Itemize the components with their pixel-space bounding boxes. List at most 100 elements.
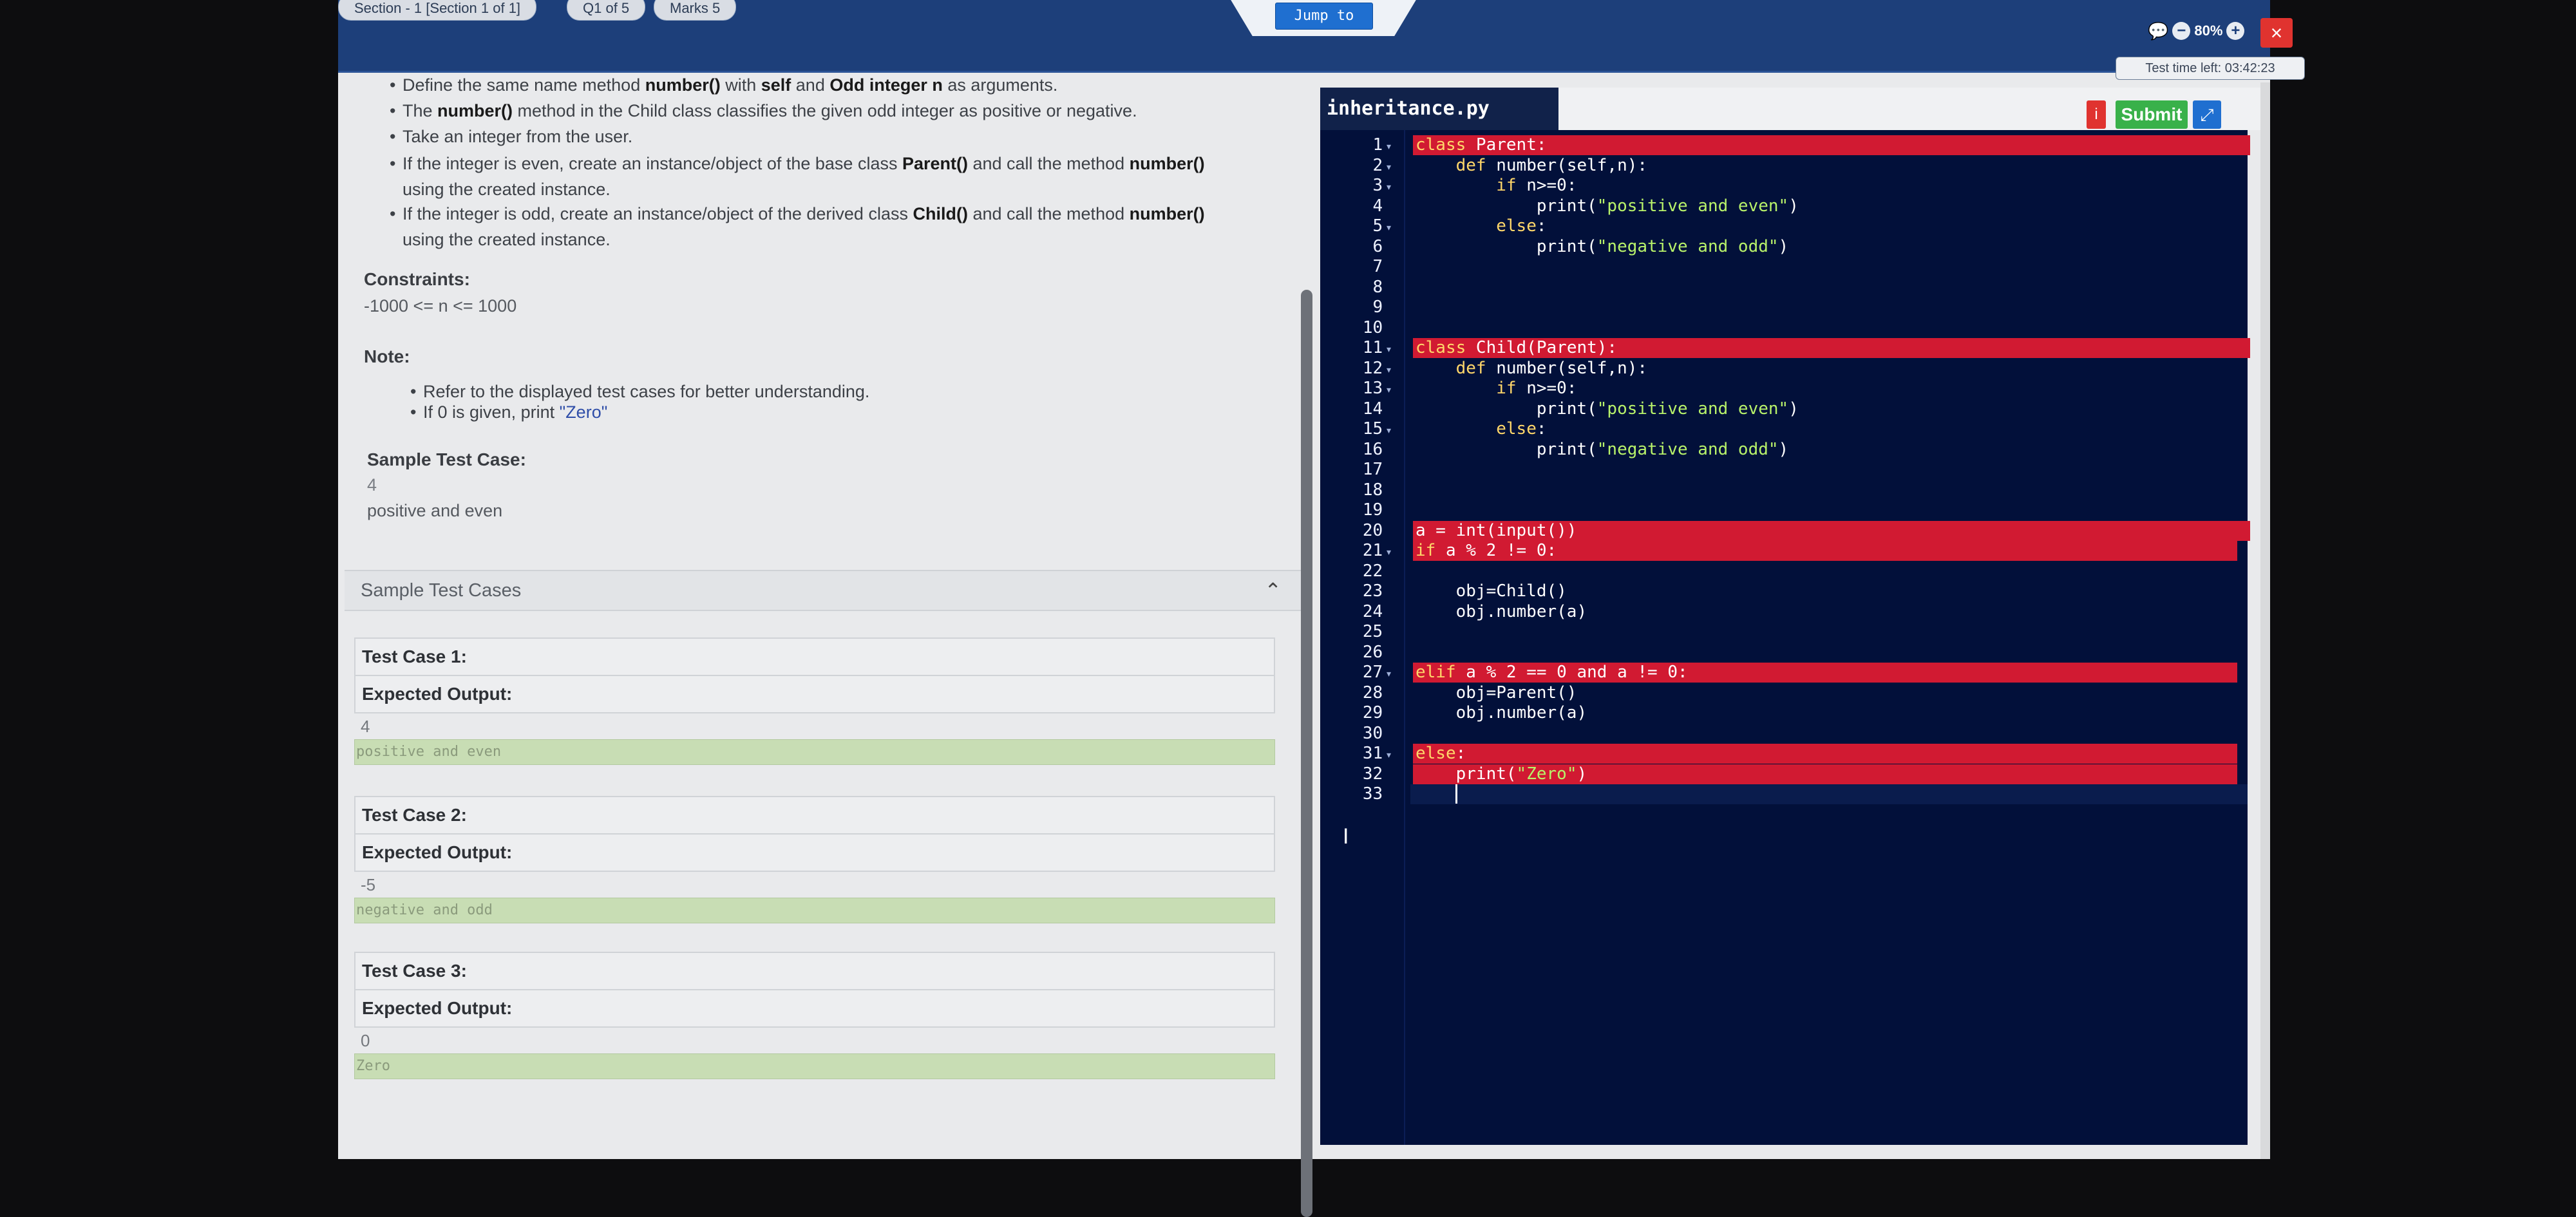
line-number: 11 ▾ xyxy=(1362,338,1392,357)
code-line[interactable]: print("Zero") xyxy=(1416,764,1587,784)
line-number: 22▾ xyxy=(1362,561,1383,581)
file-tab[interactable]: inheritance.py xyxy=(1320,88,1558,130)
test-case-output: Zero xyxy=(354,1053,1275,1079)
line-number: 23▾ xyxy=(1362,581,1383,601)
code-line[interactable]: if a % 2 != 0: xyxy=(1416,541,1557,561)
jump-to-button[interactable]: Jump to xyxy=(1275,3,1373,30)
chevron-up-icon[interactable]: ⌃ xyxy=(1264,571,1282,610)
code-line[interactable]: print("positive and even") xyxy=(1416,399,1799,419)
chat-icon[interactable]: 💬 xyxy=(2148,21,2168,41)
fold-arrow-icon[interactable]: ▾ xyxy=(1385,180,1392,194)
line-number: 28▾ xyxy=(1362,683,1383,703)
code-line[interactable]: if n>=0: xyxy=(1416,176,1577,196)
expected-output-label: Expected Output: xyxy=(354,676,1275,713)
toolbar-icons: 💬 − 80% + xyxy=(2148,18,2245,44)
question-scrollbar[interactable] xyxy=(1301,290,1312,1217)
test-case-input: 4 xyxy=(361,717,370,736)
code-line[interactable]: obj=Parent() xyxy=(1416,683,1577,703)
code-line[interactable]: if n>=0: xyxy=(1416,379,1577,399)
zoom-out-icon[interactable]: − xyxy=(2172,22,2191,40)
code-line[interactable]: print("negative and odd") xyxy=(1416,440,1788,460)
line-number: 33▾ xyxy=(1362,784,1383,804)
marks-pill: Marks 5 xyxy=(654,0,737,21)
note-bullet-2: If 0 is given, print "Zero" xyxy=(410,399,1338,425)
line-number: 15 ▾ xyxy=(1362,419,1392,439)
test-case-2: Test Case 2: Expected Output: -5 negativ… xyxy=(354,796,1275,923)
code-line[interactable]: else: xyxy=(1416,216,1546,236)
sample-output: positive and even xyxy=(367,501,503,520)
fold-arrow-icon[interactable]: ▾ xyxy=(1385,221,1392,234)
test-case-title: Test Case 2: xyxy=(354,796,1275,835)
code-line[interactable]: else: xyxy=(1416,419,1546,439)
code-line[interactable]: a = int(input()) xyxy=(1416,521,1577,541)
bullet-3: Take an integer from the user. xyxy=(390,124,1317,149)
line-number: 14▾ xyxy=(1362,399,1383,419)
test-case-title: Test Case 1: xyxy=(354,637,1275,676)
active-line xyxy=(1410,784,2248,804)
line-number: 3 ▾ xyxy=(1372,176,1393,195)
bullet-2: The number() method in the Child class c… xyxy=(390,98,1317,124)
line-number: 8▾ xyxy=(1372,277,1383,297)
submit-button[interactable]: Submit xyxy=(2116,100,2188,129)
fold-arrow-icon[interactable]: ▾ xyxy=(1385,383,1392,397)
fold-arrow-icon[interactable]: ▾ xyxy=(1385,140,1392,153)
code-line[interactable]: else: xyxy=(1416,744,1466,764)
line-number: 29▾ xyxy=(1362,703,1383,722)
sample-test-cases-header[interactable]: Sample Test Cases ⌃ xyxy=(345,570,1301,611)
sample-input: 4 xyxy=(367,475,377,495)
code-line[interactable]: class Parent: xyxy=(1416,135,1547,155)
code-line[interactable]: obj.number(a) xyxy=(1416,703,1587,723)
note-title: Note: xyxy=(364,346,410,366)
line-number: 13 ▾ xyxy=(1362,379,1392,398)
fold-arrow-icon[interactable]: ▾ xyxy=(1385,667,1392,681)
expected-output-label: Expected Output: xyxy=(354,990,1275,1028)
exam-screen: Section - 1 [Section 1 of 1] Q1 of 5 Mar… xyxy=(338,0,2305,1217)
code-line[interactable]: obj=Child() xyxy=(1416,581,1567,601)
fold-arrow-icon[interactable]: ▾ xyxy=(1385,160,1392,174)
top-bar: Section - 1 [Section 1 of 1] Q1 of 5 Mar… xyxy=(338,0,2305,80)
line-number: 25▾ xyxy=(1362,622,1383,641)
test-case-3: Test Case 3: Expected Output: 0 Zero xyxy=(354,952,1275,1079)
line-number: 7▾ xyxy=(1372,257,1383,276)
expand-icon[interactable]: ⤢ xyxy=(2193,100,2221,129)
close-button[interactable]: × xyxy=(2260,18,2293,48)
line-number: 17▾ xyxy=(1362,460,1383,479)
expected-output-label: Expected Output: xyxy=(354,835,1275,872)
line-number: 27 ▾ xyxy=(1362,663,1392,682)
section-pill[interactable]: Section - 1 [Section 1 of 1] xyxy=(338,0,537,21)
constraints-text: -1000 <= n <= 1000 xyxy=(364,296,517,316)
text-caret xyxy=(1455,784,1458,804)
question-pill[interactable]: Q1 of 5 xyxy=(567,0,646,21)
code-line[interactable]: class Child(Parent): xyxy=(1416,338,1617,358)
line-number: 10▾ xyxy=(1362,317,1383,337)
code-line[interactable]: elif a % 2 == 0 and a != 0: xyxy=(1416,663,1688,683)
test-case-1: Test Case 1: Expected Output: 4 positive… xyxy=(354,637,1275,765)
code-line[interactable]: print("negative and odd") xyxy=(1416,237,1788,257)
page-edge xyxy=(2260,82,2270,1159)
fold-arrow-icon[interactable]: ▾ xyxy=(1385,343,1392,356)
fold-arrow-icon[interactable]: ▾ xyxy=(1385,545,1392,559)
line-number: 32▾ xyxy=(1362,764,1383,784)
info-button[interactable]: i xyxy=(2087,100,2106,129)
fold-arrow-icon[interactable]: ▾ xyxy=(1385,748,1392,762)
fold-arrow-icon[interactable]: ▾ xyxy=(1385,424,1392,437)
code-editor[interactable]: 1 ▾ class Parent: 2 ▾ def number(self,n): 3 ▾ … xyxy=(1320,130,2250,1145)
code-line[interactable]: obj.number(a) xyxy=(1416,602,1587,622)
line-number: 31 ▾ xyxy=(1362,744,1392,763)
zoom-in-icon[interactable]: + xyxy=(2226,22,2245,40)
gutter-divider xyxy=(1404,130,1405,1145)
code-line[interactable]: def number(self,n): xyxy=(1416,359,1647,379)
line-number: 24▾ xyxy=(1362,601,1383,621)
test-case-input: -5 xyxy=(361,875,376,894)
line-number: 16▾ xyxy=(1362,439,1383,459)
line-number: 9▾ xyxy=(1372,297,1383,317)
zoom-level: 80% xyxy=(2194,23,2223,39)
code-line[interactable]: def number(self,n): xyxy=(1416,156,1647,176)
line-number: 30▾ xyxy=(1362,723,1383,743)
test-case-title: Test Case 3: xyxy=(354,952,1275,990)
code-line[interactable]: print("positive and even") xyxy=(1416,196,1799,216)
test-case-output: positive and even xyxy=(354,739,1275,765)
bullet-4: If the integer is even, create an instan… xyxy=(390,151,1317,202)
line-number: 5 ▾ xyxy=(1372,216,1393,236)
fold-arrow-icon[interactable]: ▾ xyxy=(1385,363,1392,377)
